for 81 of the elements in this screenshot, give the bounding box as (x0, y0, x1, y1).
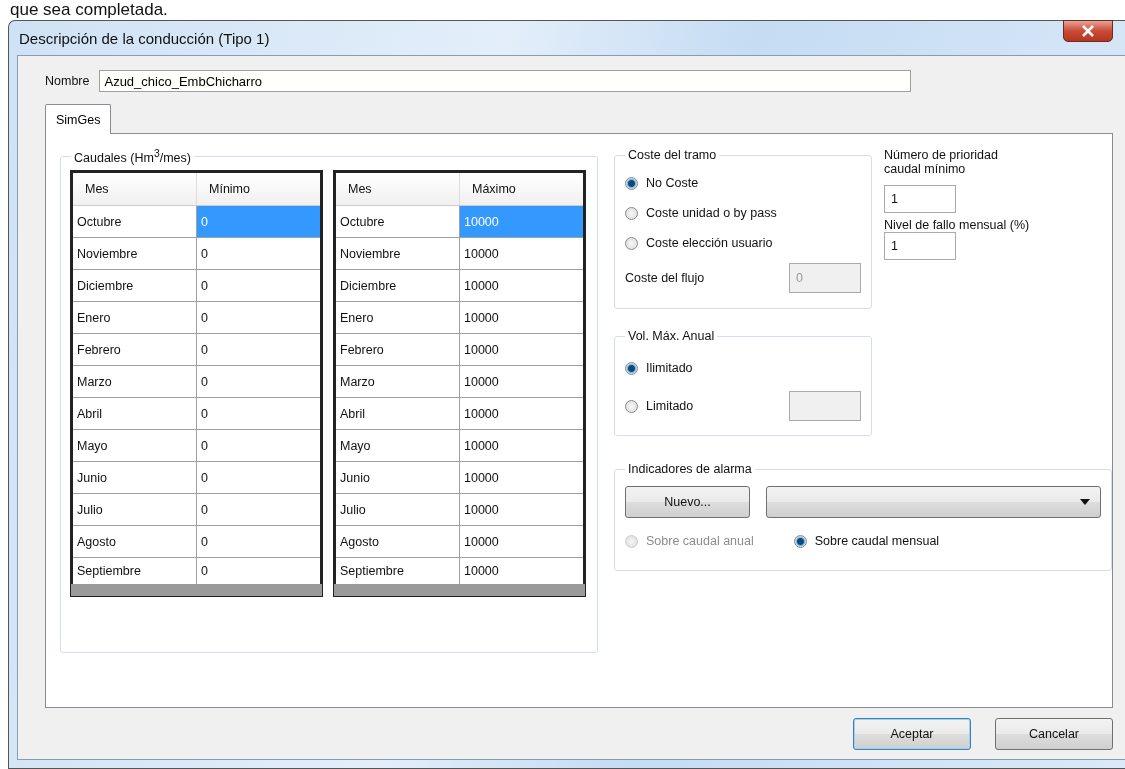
radio-label: Coste elección usuario (646, 236, 773, 250)
value-cell[interactable]: 10000 (459, 429, 584, 462)
column-header: Mes (72, 172, 197, 206)
value-cell[interactable]: 0 (196, 333, 321, 366)
column-header: Mínimo (196, 172, 321, 206)
group-title: Indicadores de alarma (627, 462, 753, 476)
radio-label: Ilimitado (646, 361, 693, 375)
caret-icon (1080, 499, 1090, 505)
value-cell[interactable]: 10000 (459, 525, 584, 558)
month-cell: Diciembre (72, 269, 197, 302)
window-title: Descripción de la conducción (Tipo 1) (18, 29, 270, 47)
month-cell: Marzo (335, 365, 460, 398)
month-cell: Noviembre (335, 237, 460, 270)
alarm-dropdown[interactable] (766, 486, 1101, 518)
new-button[interactable]: Nuevo... (625, 486, 750, 518)
value-cell[interactable]: 0 (196, 429, 321, 462)
failure-field[interactable]: 1 (884, 232, 956, 260)
month-cell: Octubre (335, 205, 460, 238)
value-cell[interactable]: 0 (196, 493, 321, 526)
month-cell: Julio (72, 493, 197, 526)
month-cell: Mayo (335, 429, 460, 462)
close-icon (1081, 25, 1095, 37)
group-title: Caudales (Hm$^{3}$/mes) (73, 148, 192, 166)
month-cell: Julio (335, 493, 460, 526)
tab[interactable]: SimGes (45, 104, 112, 134)
value-cell[interactable]: 10000 (459, 333, 584, 366)
value-cell[interactable]: 0 (196, 525, 321, 558)
value-cell[interactable]: 10000 (459, 493, 584, 526)
value-cell[interactable]: 0 (196, 237, 321, 270)
value-cell[interactable]: 0 (196, 461, 321, 494)
month-cell: Junio (335, 461, 460, 494)
radio-label: Coste unidad o by pass (646, 206, 777, 220)
month-cell: Enero (335, 301, 460, 334)
month-cell: Junio (72, 461, 197, 494)
value-cell[interactable]: 0 (196, 301, 321, 334)
month-cell: Enero (72, 301, 197, 334)
radio-button[interactable] (625, 206, 638, 220)
radio-button[interactable] (793, 534, 807, 548)
radio-button[interactable] (625, 399, 638, 413)
month-cell: Mayo (72, 429, 197, 462)
radio-button[interactable] (625, 176, 638, 190)
accept-button[interactable]: Aceptar (853, 718, 971, 750)
radio-button[interactable] (625, 361, 638, 375)
group-title: Coste del tramo (627, 148, 718, 162)
month-cell: Octubre (72, 205, 197, 238)
column-header: Máximo (459, 172, 584, 206)
priority-field[interactable]: 1 (884, 185, 956, 213)
volume-field[interactable] (789, 391, 861, 421)
month-cell: Febrero (335, 333, 460, 366)
value-cell[interactable]: 10000 (459, 397, 584, 430)
name-label: Nombre (45, 74, 90, 88)
month-cell: Marzo (72, 365, 197, 398)
name-field[interactable]: Azud_chico_EmbChicharro (99, 70, 912, 92)
priority-label: Número de prioridad caudal mínimo (884, 148, 999, 176)
radio-label: Sobre caudal mensual (814, 534, 940, 548)
value-cell[interactable]: 10000 (459, 237, 584, 270)
flow-cost-label: Coste del flujo (625, 271, 705, 285)
month-cell: Noviembre (72, 237, 197, 270)
radio-button[interactable] (625, 236, 638, 250)
month-cell: Agosto (72, 525, 197, 558)
value-cell[interactable]: 10000 (459, 461, 584, 494)
value-cell[interactable]: 10000 (459, 301, 584, 334)
month-cell: Agosto (335, 525, 460, 558)
month-cell: Abril (335, 397, 460, 430)
month-cell: Diciembre (335, 269, 460, 302)
cancel-button[interactable]: Cancelar (995, 718, 1113, 750)
value-cell[interactable]: 0 (196, 269, 321, 302)
close-button[interactable] (1063, 20, 1113, 42)
value-cell[interactable]: 10000 (459, 269, 584, 302)
group-title: Vol. Máx. Anual (627, 329, 716, 343)
failure-label: Nivel de fallo mensual (%) (884, 218, 1031, 232)
month-cell: Abril (72, 397, 197, 430)
radio-label: No Coste (646, 176, 699, 190)
radio-label: Sobre caudal anual (646, 534, 754, 548)
value-cell[interactable]: 0 (196, 397, 321, 430)
value-cell[interactable]: 0 (196, 365, 321, 398)
radio-label: Limitado (646, 399, 694, 413)
month-cell: Febrero (72, 333, 197, 366)
column-header: Mes (335, 172, 460, 206)
caption-text: que sea completada. (9, 0, 168, 20)
value-cell[interactable]: 10000 (459, 365, 584, 398)
